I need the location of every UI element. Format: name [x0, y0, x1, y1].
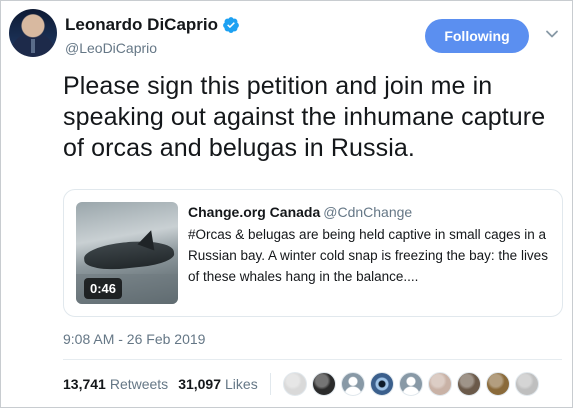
eye-avatar-icon[interactable] — [369, 372, 394, 396]
stats-separator — [269, 373, 271, 395]
avatar-icon[interactable] — [485, 372, 510, 396]
author-avatar[interactable] — [9, 9, 57, 57]
tweet-container: Leonardo DiCaprio @LeoDiCaprio Following… — [0, 0, 573, 408]
avatar-icon[interactable] — [456, 372, 481, 396]
retweets-count[interactable]: 13,741 — [63, 376, 106, 392]
card-source-name: Change.org Canada — [188, 204, 321, 220]
author-handle[interactable]: @LeoDiCaprio — [65, 40, 240, 56]
video-thumbnail[interactable]: 0:46 — [76, 202, 178, 304]
card-title: Change.org Canada @CdnChange — [188, 204, 554, 220]
tweet-stats: 13,741 Retweets 31,097 Likes — [63, 369, 544, 399]
avatar-icon[interactable] — [514, 372, 539, 396]
liked-by-avatars — [282, 372, 544, 396]
card-description: #Orcas & belugas are being held captive … — [188, 227, 548, 284]
avatar-icon[interactable] — [427, 372, 452, 396]
card-body: Change.org Canada @CdnChange #Orcas & bel… — [188, 204, 554, 287]
likes-label[interactable]: Likes — [225, 376, 258, 392]
link-card[interactable]: 0:46 Change.org Canada @CdnChange #Orcas … — [63, 189, 563, 317]
tweet-header: Leonardo DiCaprio @LeoDiCaprio Following — [9, 9, 562, 61]
card-source-handle: @CdnChange — [323, 204, 413, 220]
retweets-label[interactable]: Retweets — [110, 376, 168, 392]
following-button[interactable]: Following — [425, 19, 529, 53]
video-duration-badge: 0:46 — [84, 278, 123, 299]
stats-divider — [63, 359, 562, 360]
tweet-text: Please sign this petition and join me in… — [63, 72, 546, 162]
tweet-timestamp[interactable]: 9:08 AM - 26 Feb 2019 — [63, 331, 205, 347]
default-avatar-icon[interactable] — [340, 372, 365, 396]
author-name-block: Leonardo DiCaprio @LeoDiCaprio — [65, 15, 240, 56]
chevron-down-icon[interactable] — [545, 27, 559, 41]
verified-badge-icon — [223, 17, 239, 33]
avatar-icon[interactable] — [282, 372, 307, 396]
likes-count[interactable]: 31,097 — [178, 376, 221, 392]
author-display-name[interactable]: Leonardo DiCaprio — [65, 15, 218, 35]
avatar-icon[interactable] — [311, 372, 336, 396]
default-avatar-icon[interactable] — [398, 372, 423, 396]
